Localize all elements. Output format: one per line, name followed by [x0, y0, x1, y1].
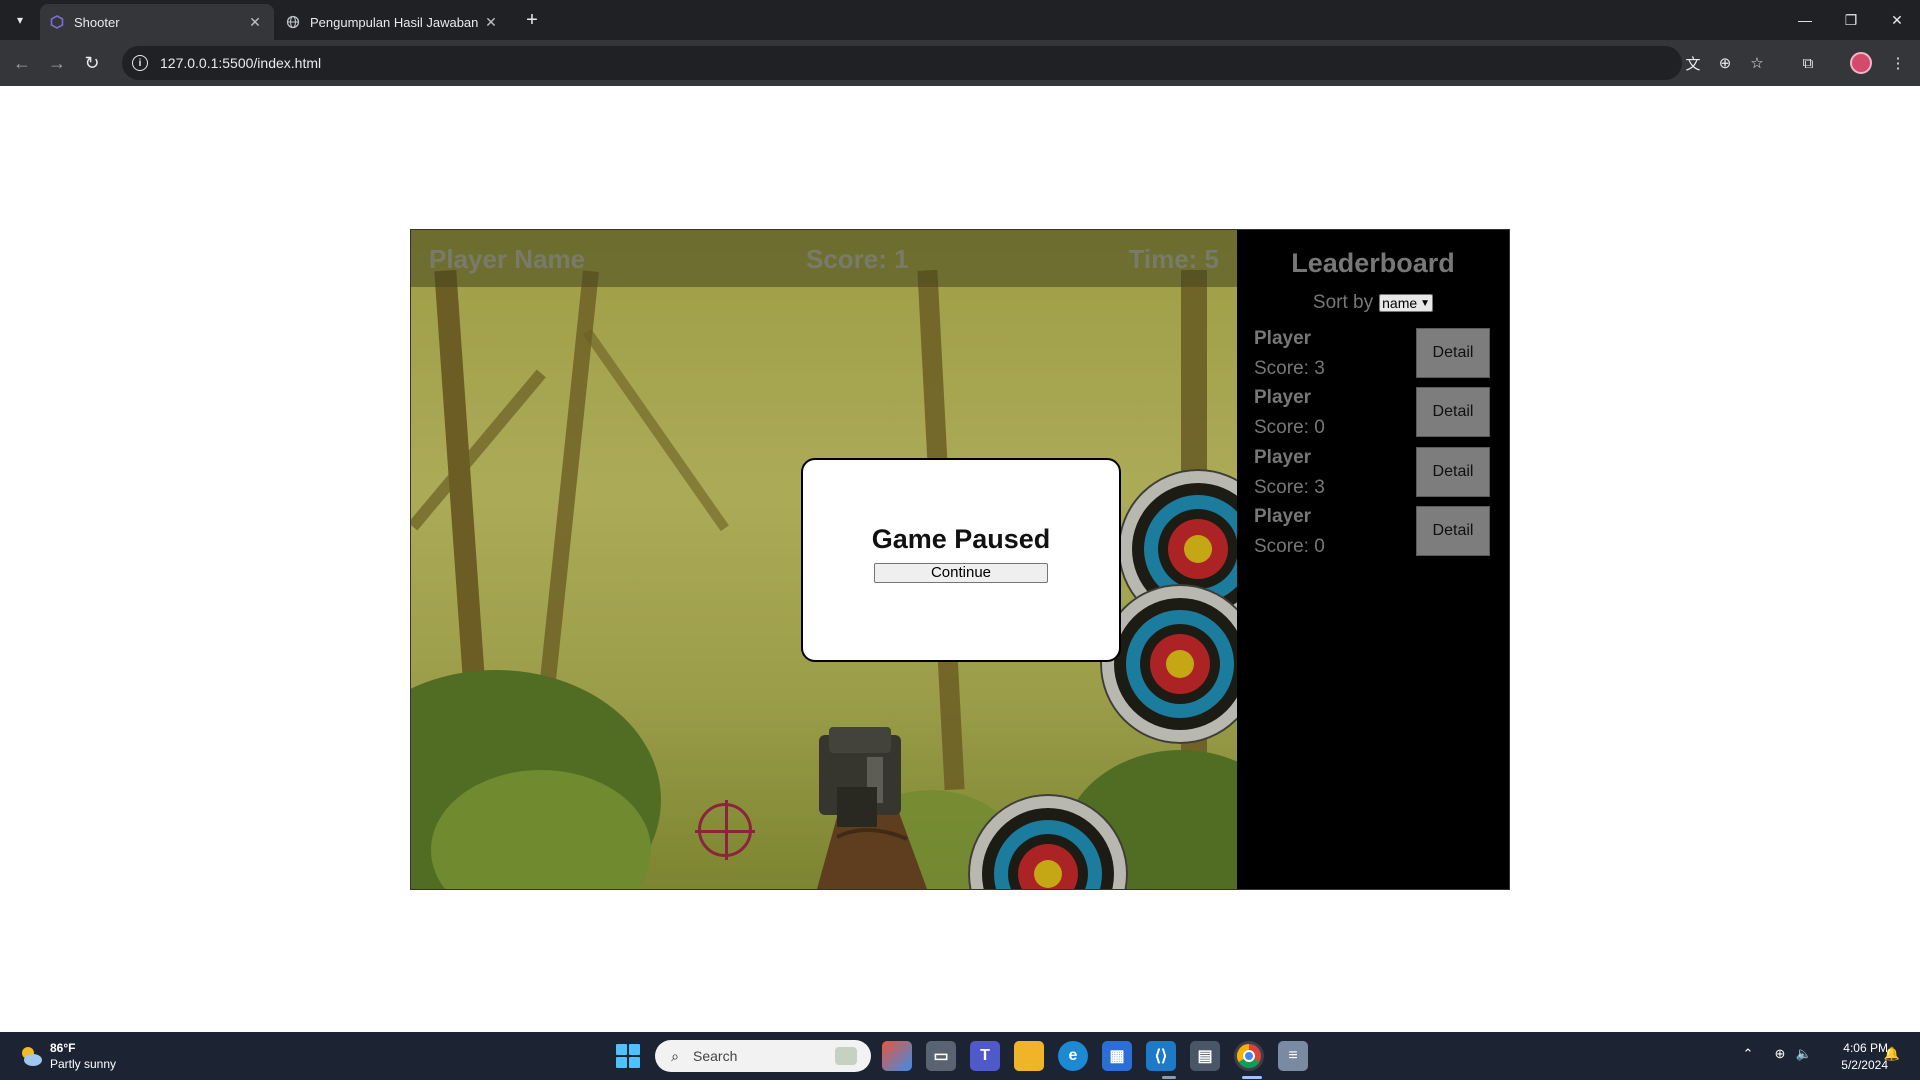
tab-shooter[interactable]: Shooter ✕ — [40, 4, 274, 40]
time-label: Time: 5 — [1128, 244, 1219, 274]
sort-select-value: name — [1382, 295, 1418, 311]
running-indicator — [1162, 1076, 1176, 1079]
shooter-favicon-icon — [50, 15, 64, 29]
app-icon[interactable]: ▤ — [1190, 1041, 1220, 1071]
detail-button[interactable]: Detail — [1416, 387, 1490, 437]
back-arrow-icon[interactable]: ← — [8, 49, 36, 77]
browser-toolbar: ← → ↻ i 127.0.0.1:5500/index.html ⽂ ⊕ ☆ … — [0, 40, 1920, 86]
zoom-icon[interactable]: ⊕ — [1713, 51, 1737, 75]
entry-score: Score: 3 — [1254, 358, 1325, 379]
tab-close-icon[interactable]: ✕ — [482, 13, 500, 31]
entry-player-name: Player — [1254, 506, 1312, 527]
task-view-icon[interactable]: ▭ — [926, 1041, 956, 1071]
site-info-icon[interactable]: i — [132, 55, 148, 71]
weather-sun-cloud-icon[interactable] — [18, 1043, 44, 1069]
entry-player-name: Player — [1254, 387, 1312, 408]
weather-desc: Partly sunny — [50, 1057, 117, 1071]
leaderboard-entry: Player Score: 3 Detail — [1254, 328, 1494, 388]
active-indicator — [1242, 1076, 1262, 1079]
entry-score: Score: 3 — [1254, 477, 1325, 498]
windows-taskbar — [0, 1032, 1920, 1080]
search-highlight-icon — [835, 1047, 857, 1065]
pause-title: Game Paused — [871, 523, 1051, 554]
volume-icon[interactable]: 🔈 — [1794, 1044, 1814, 1064]
leaderboard-entry: Player Score: 0 Detail — [1254, 506, 1494, 566]
menu-kebab-icon[interactable]: ⋮ — [1886, 51, 1910, 75]
translate-icon[interactable]: ⽂ — [1681, 51, 1705, 75]
player-name-label: Player Name — [429, 244, 586, 274]
leaderboard-panel: Leaderboard Sort by name ▼ Player Score:… — [1237, 230, 1509, 889]
vscode-icon[interactable]: ⟨⟩ — [1146, 1041, 1176, 1071]
taskbar-search[interactable]: ⌕ Search — [655, 1040, 871, 1072]
clock-time: 4:06 PM — [1843, 1041, 1888, 1055]
pause-modal: Game Paused Continue — [801, 458, 1121, 662]
tray-chevron-up-icon[interactable]: ⌃ — [1738, 1044, 1758, 1064]
taskbar-clock[interactable]: 4:06 PM 5/2/2024 — [1826, 1040, 1888, 1074]
microsoft-store-icon[interactable]: ▦ — [1102, 1041, 1132, 1071]
restore-icon[interactable]: ❐ — [1828, 0, 1874, 40]
leaderboard-entry: Player Score: 3 Detail — [1254, 447, 1494, 507]
game-hud: Player Name Score: 1 Time: 5 — [411, 230, 1237, 287]
windows-start-icon[interactable] — [616, 1044, 640, 1068]
leaderboard-entry: Player Score: 0 Detail — [1254, 387, 1494, 447]
tab-close-icon[interactable]: ✕ — [246, 13, 264, 31]
tab-search-chevron-icon[interactable]: ▾ — [8, 8, 32, 32]
clock-date: 5/2/2024 — [1841, 1058, 1888, 1072]
weather-temp: 86°F — [50, 1041, 76, 1055]
tab-title: Pengumpulan Hasil Jawaban LK — [310, 14, 482, 30]
copilot-icon[interactable] — [882, 1041, 912, 1071]
file-explorer-icon[interactable] — [1014, 1041, 1044, 1071]
chrome-icon[interactable] — [1234, 1041, 1264, 1071]
sort-select[interactable]: name ▼ — [1379, 294, 1434, 312]
browser-tabstrip: ▾ Shooter ✕ Pengumpulan Hasil Jawaban LK… — [0, 0, 1920, 40]
extensions-puzzle-icon[interactable]: ⧉ — [1796, 51, 1820, 75]
notepad-icon[interactable]: ≡ — [1278, 1041, 1308, 1071]
profile-avatar[interactable] — [1850, 52, 1872, 74]
edge-icon[interactable]: e — [1058, 1041, 1088, 1071]
tab-pengumpulan[interactable]: Pengumpulan Hasil Jawaban LK ✕ — [276, 4, 510, 40]
notification-bell-icon[interactable]: 🔔 — [1882, 1044, 1902, 1064]
minimize-icon[interactable]: — — [1782, 0, 1828, 40]
network-globe-icon[interactable]: ⊕ — [1770, 1044, 1790, 1064]
continue-button[interactable]: Continue — [874, 562, 1048, 583]
reload-icon[interactable]: ↻ — [78, 49, 106, 77]
url-text: 127.0.0.1:5500/index.html — [160, 55, 322, 71]
detail-button[interactable]: Detail — [1416, 328, 1490, 378]
globe-icon — [286, 15, 300, 29]
teams-icon[interactable]: T — [970, 1041, 1000, 1071]
search-icon: ⌕ — [671, 1047, 679, 1064]
entry-player-name: Player — [1254, 447, 1312, 468]
search-placeholder: Search — [693, 1048, 738, 1064]
bookmark-star-icon[interactable]: ☆ — [1745, 51, 1769, 75]
entry-player-name: Player — [1254, 328, 1312, 349]
forward-arrow-icon[interactable]: → — [43, 49, 71, 77]
address-bar[interactable]: i 127.0.0.1:5500/index.html — [122, 46, 1682, 80]
window-close-icon[interactable]: ✕ — [1874, 0, 1920, 40]
entry-score: Score: 0 — [1254, 536, 1325, 557]
tab-title: Shooter — [74, 14, 120, 30]
detail-button[interactable]: Detail — [1416, 506, 1490, 556]
game-scene[interactable]: Player Name Score: 1 Time: 5 Game Paused… — [411, 230, 1237, 889]
score-label: Score: 1 — [806, 244, 909, 274]
leaderboard-title: Leaderboard — [1291, 248, 1455, 278]
sort-row: Sort by name ▼ — [1237, 292, 1509, 314]
new-tab-plus-icon[interactable]: + — [520, 8, 544, 32]
chevron-down-icon: ▼ — [1420, 297, 1431, 309]
detail-button[interactable]: Detail — [1416, 447, 1490, 497]
sort-label: Sort by — [1312, 292, 1374, 313]
game-container: Player Name Score: 1 Time: 5 Game Paused… — [410, 229, 1510, 890]
entry-score: Score: 0 — [1254, 417, 1325, 438]
